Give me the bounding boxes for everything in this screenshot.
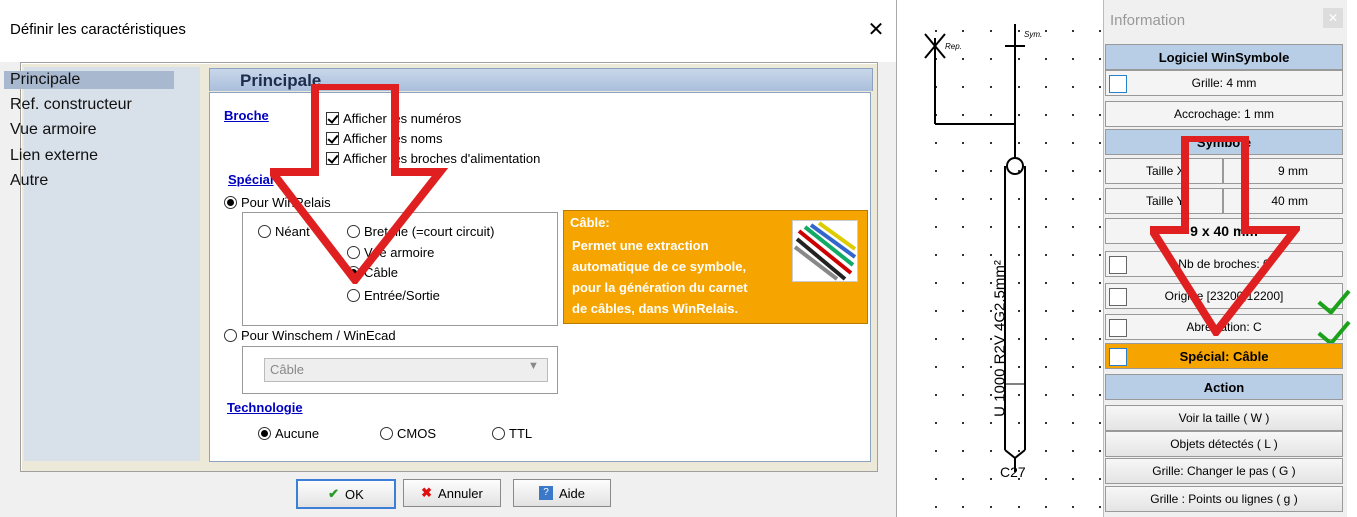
cable-designation: U 1000 R2V 4G2.5mm² (991, 260, 1009, 417)
entree-sortie-label: Entrée/Sortie (364, 288, 440, 303)
accrochage-row: Accrochage: 1 mm (1105, 101, 1343, 127)
objets-detectes-button[interactable]: Objets détectés ( L ) (1105, 431, 1343, 457)
special-icon (1109, 348, 1127, 366)
special-cable-row: Spécial: Câble (1105, 343, 1343, 369)
radio-selected-icon (224, 196, 237, 209)
ttl-label: TTL (509, 426, 533, 441)
cable-reference: C27 (1000, 464, 1026, 480)
help-button[interactable]: ? Aide (513, 479, 611, 507)
radio-selected-icon (258, 427, 271, 440)
special-section-title: Spécial (228, 172, 274, 187)
pour-winschem-label: Pour Winschem / WinEcad (241, 328, 396, 343)
points-lignes-button[interactable]: Grille : Points ou lignes ( g ) (1105, 486, 1343, 512)
help-label: Aide (558, 485, 586, 501)
cable-info-title: Câble: (570, 215, 610, 230)
voir-taille-button[interactable]: Voir la taille ( W ) (1105, 405, 1343, 431)
cable-bundle-icon (792, 220, 858, 282)
close-icon[interactable]: ✕ (1323, 8, 1343, 28)
changer-pas-button[interactable]: Grille: Changer le pas ( G ) (1105, 458, 1343, 484)
annotation-arrow-down (1150, 136, 1300, 336)
radio-icon (347, 289, 360, 302)
aucune-radio[interactable]: Aucune (258, 426, 319, 441)
sym-label: Sym. (1024, 30, 1043, 39)
cable-info-line: pour la génération du carnet (572, 280, 748, 295)
cable-select[interactable] (264, 358, 548, 382)
grid-toggle-icon[interactable] (1109, 75, 1127, 93)
abbreviation-icon (1109, 319, 1127, 337)
rep-label: Rep. (945, 42, 962, 51)
pour-winschem-radio[interactable]: Pour Winschem / WinEcad (224, 328, 396, 343)
grille-label: Grille: 4 mm (1191, 76, 1257, 90)
chevron-down-icon: ▼ (528, 360, 539, 372)
cancel-label: Annuler (438, 485, 483, 501)
nav-item-autre[interactable]: Autre (10, 172, 48, 190)
logiciel-header: Logiciel WinSymbole (1105, 44, 1343, 70)
cable-select-value: Câble (270, 362, 304, 377)
ttl-radio[interactable]: TTL (492, 426, 532, 441)
cable-info-line: automatique de ce symbole, (572, 259, 747, 274)
cancel-button[interactable]: ✖ Annuler (403, 479, 501, 507)
broche-section-title: Broche (224, 108, 269, 123)
help-icon: ? (538, 486, 553, 500)
grille-row[interactable]: Grille: 4 mm (1105, 70, 1343, 96)
entree-sortie-radio[interactable]: Entrée/Sortie (347, 288, 440, 303)
nav-item-vue-armoire[interactable]: Vue armoire (10, 121, 97, 139)
cable-info-line: Permet une extraction (572, 238, 709, 253)
cmos-label: CMOS (397, 426, 436, 441)
pin-icon (1109, 256, 1127, 274)
cable-info-line: de câbles, dans WinRelais. (572, 301, 739, 316)
nav-item-lien-externe[interactable]: Lien externe (10, 147, 98, 165)
aucune-label: Aucune (275, 426, 320, 441)
ok-label: OK (345, 486, 364, 502)
close-icon[interactable]: ✕ (866, 17, 886, 42)
information-panel-title: Information (1110, 12, 1186, 29)
radio-icon (224, 329, 237, 342)
annotation-arrow-down (270, 84, 449, 284)
origin-icon (1109, 288, 1127, 306)
cmos-radio[interactable]: CMOS (380, 426, 436, 441)
nav-item-ref-constructeur[interactable]: Ref. constructeur (10, 96, 132, 114)
cross-icon: ✖ (421, 485, 433, 500)
nav-item-principale[interactable]: Principale (4, 71, 174, 89)
checkmark-icon: ✔ (328, 486, 340, 501)
radio-icon (380, 427, 393, 440)
dialog-title: Définir les caractéristiques (10, 21, 186, 38)
action-header: Action (1105, 374, 1343, 400)
accrochage-label: Accrochage: 1 mm (1173, 107, 1275, 121)
technologie-section-title: Technologie (227, 400, 303, 415)
ok-button[interactable]: ✔ OK (296, 479, 396, 509)
radio-icon (492, 427, 505, 440)
